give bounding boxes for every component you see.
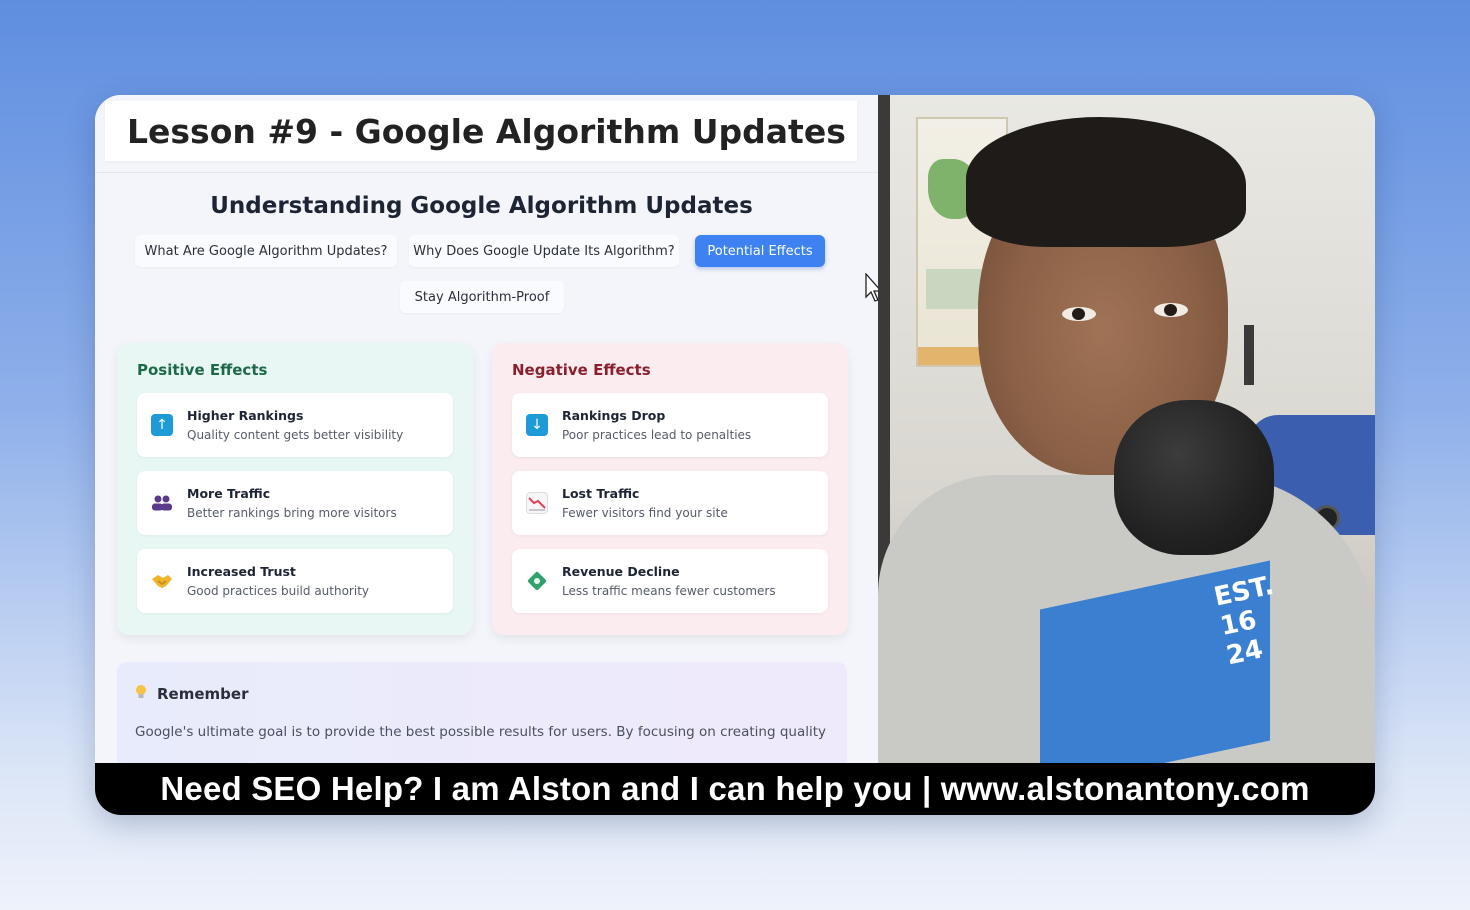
eye: [1154, 303, 1188, 317]
effect-title: Lost Traffic: [562, 486, 640, 501]
effect-description: Less traffic means fewer customers: [562, 584, 776, 598]
arrow-up-icon: ↑: [151, 414, 173, 436]
effect-card: ↓ Rankings Drop Poor practices lead to p…: [512, 393, 828, 457]
tab-why-update[interactable]: Why Does Google Update Its Algorithm?: [409, 235, 679, 267]
video-frame: Lesson #9 - Google Algorithm Updates Und…: [95, 95, 1375, 815]
lightbulb-icon: [135, 684, 147, 704]
tab-what-are-updates[interactable]: What Are Google Algorithm Updates?: [135, 235, 397, 267]
page-title: Understanding Google Algorithm Updates: [210, 193, 753, 219]
slide-area: Lesson #9 - Google Algorithm Updates Und…: [95, 95, 883, 763]
people-icon: [151, 492, 173, 514]
effect-title: Higher Rankings: [187, 408, 304, 423]
mic-stand: [1244, 325, 1254, 385]
effect-description: Poor practices lead to penalties: [562, 428, 752, 442]
negative-effects-panel: Negative Effects ↓ Rankings Drop Poor pr…: [492, 343, 848, 635]
effect-description: Good practices build authority: [187, 584, 370, 598]
remember-title: Remember: [157, 685, 249, 703]
positive-effects-panel: Positive Effects ↑ Higher Rankings Quali…: [117, 343, 473, 635]
microphone-icon: [1114, 400, 1274, 555]
money-icon: [526, 570, 548, 592]
effect-description: Better rankings bring more visitors: [187, 506, 397, 520]
webcam-video: EST. 16 24: [878, 95, 1375, 763]
effect-card: Increased Trust Good practices build aut…: [137, 549, 453, 613]
eye: [1062, 307, 1096, 321]
effect-title: Rankings Drop: [562, 408, 666, 423]
tab-stay-algorithm-proof[interactable]: Stay Algorithm-Proof: [400, 281, 564, 313]
remember-text: Google's ultimate goal is to provide the…: [135, 724, 827, 740]
tab-potential-effects[interactable]: Potential Effects: [695, 235, 825, 267]
effect-card: Revenue Decline Less traffic means fewer…: [512, 549, 828, 613]
effect-card: Lost Traffic Fewer visitors find your si…: [512, 471, 828, 535]
effect-description: Quality content gets better visibility: [187, 428, 404, 442]
caption-banner: Need SEO Help? I am Alston and I can hel…: [95, 763, 1375, 815]
effect-title: Revenue Decline: [562, 564, 680, 579]
effect-card: ↑ Higher Rankings Quality content gets b…: [137, 393, 453, 457]
lesson-title: Lesson #9 - Google Algorithm Updates: [127, 111, 846, 151]
effect-card: More Traffic Better rankings bring more …: [137, 471, 453, 535]
positive-effects-title: Positive Effects: [137, 361, 268, 379]
negative-effects-title: Negative Effects: [512, 361, 651, 379]
divider: [95, 172, 878, 173]
handshake-icon: [151, 570, 173, 592]
arrow-down-icon: ↓: [526, 414, 548, 436]
lesson-title-bar: Lesson #9 - Google Algorithm Updates: [105, 101, 857, 161]
effect-title: More Traffic: [187, 486, 271, 501]
effect-title: Increased Trust: [187, 564, 296, 579]
effect-description: Fewer visitors find your site: [562, 506, 728, 520]
banner-text: Need SEO Help? I am Alston and I can hel…: [160, 770, 1310, 807]
remember-box: Remember Google's ultimate goal is to pr…: [117, 662, 847, 763]
presenter-hair: [966, 117, 1246, 247]
chart-down-icon: [526, 492, 548, 514]
